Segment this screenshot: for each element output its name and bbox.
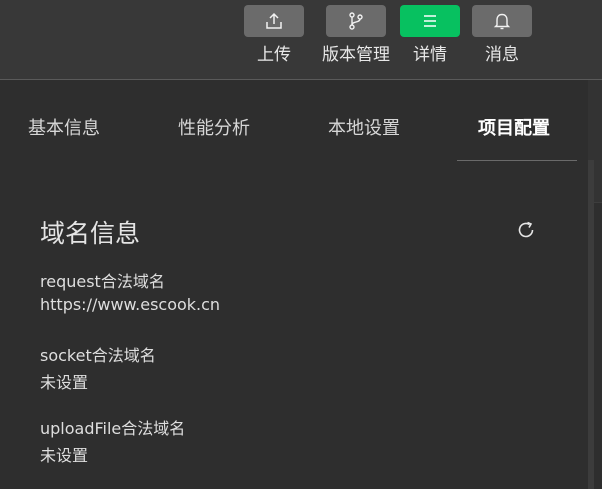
scrollbar-thumb[interactable] [588, 160, 594, 489]
upload-label[interactable]: 上传 [257, 45, 291, 65]
socket-domain-value: 未设置 [40, 373, 89, 392]
active-tab-indicator [457, 160, 577, 161]
version-tool[interactable]: 版本管理 [322, 5, 390, 65]
refresh-icon [515, 219, 537, 245]
domain-section-title: 域名信息 [40, 219, 141, 248]
version-label[interactable]: 版本管理 [322, 45, 390, 65]
socket-domain-label: socket合法域名 [40, 346, 156, 365]
tab-local-settings[interactable]: 本地设置 [328, 114, 400, 140]
messages-tool[interactable]: 消息 [472, 5, 532, 65]
tab-project-config[interactable]: 项目配置 [478, 114, 550, 140]
uploadfile-domain-label: uploadFile合法域名 [40, 419, 186, 438]
messages-button[interactable] [472, 5, 532, 37]
menu-icon [420, 11, 440, 31]
details-label[interactable]: 详情 [413, 45, 447, 65]
details-button[interactable] [400, 5, 460, 37]
upload-tool[interactable]: 上传 [244, 5, 304, 65]
tab-basic-info[interactable]: 基本信息 [28, 114, 100, 140]
messages-label[interactable]: 消息 [485, 45, 519, 65]
uploadfile-domain-value: 未设置 [40, 446, 89, 465]
upload-icon [264, 11, 284, 31]
bell-icon [492, 11, 512, 31]
version-button[interactable] [326, 5, 386, 37]
details-tool[interactable]: 详情 [400, 5, 460, 65]
request-domain-value: https://www.escook.cn [40, 295, 221, 314]
toolbar: 上传 版本管理 详情 消息 [0, 0, 602, 80]
refresh-button[interactable] [513, 219, 539, 245]
branch-icon [346, 11, 366, 31]
tab-bar: 基本信息 性能分析 本地设置 项目配置 [0, 80, 588, 162]
upload-button[interactable] [244, 5, 304, 37]
tab-performance[interactable]: 性能分析 [178, 114, 250, 140]
request-domain-label: request合法域名 [40, 272, 165, 291]
